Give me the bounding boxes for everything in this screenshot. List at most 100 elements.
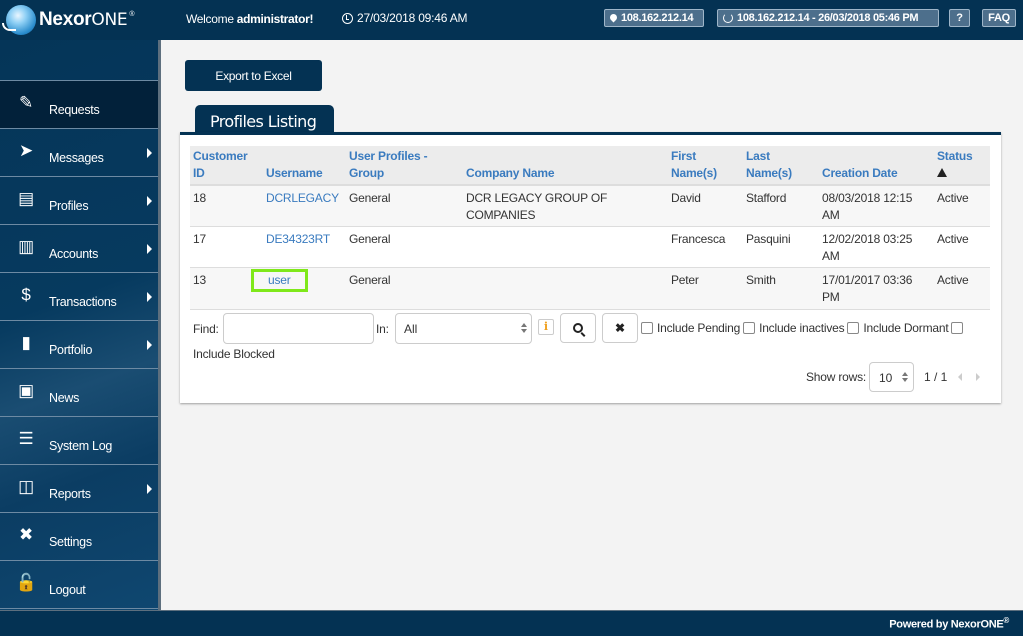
sidebar-nav: ✎ Requests ➤ Messages ▤ Profiles ▥ Accounts $ Tra…: [0, 40, 158, 610]
include-options: Include Pending Include inactives Includ…: [641, 321, 967, 335]
find-label: Find:: [193, 322, 219, 336]
binders-icon: ▥: [18, 237, 34, 256]
ip-address-badge: 108.162.212.14: [604, 9, 704, 27]
search-button[interactable]: [560, 313, 596, 343]
sidebar-item-label: Messages: [49, 151, 104, 165]
cell-status: Active: [934, 185, 990, 227]
column-header-user-profiles-group[interactable]: User Profiles - Group: [346, 146, 463, 186]
nexorone-logo[interactable]: NexorONE ®: [2, 4, 134, 36]
column-header-status[interactable]: Status: [934, 146, 990, 186]
table-row[interactable]: 17 DE34323RT General Francesca Pasquini …: [190, 226, 990, 268]
chevron-right-icon: [147, 340, 152, 350]
column-header-first-names[interactable]: First Name(s): [668, 146, 743, 186]
radio-icon: ▣: [18, 381, 34, 400]
sidebar-item-system-log[interactable]: ☰ System Log: [0, 417, 158, 465]
show-rows-label: Show rows:: [806, 370, 867, 384]
find-input[interactable]: [223, 313, 374, 344]
unlock-icon: 🔓: [15, 573, 37, 592]
username-link-highlighted[interactable]: user: [251, 269, 308, 292]
sidebar-item-news[interactable]: ▣ News: [0, 369, 158, 417]
cell-customer-id: 17: [190, 226, 263, 268]
table-row[interactable]: 13 user General Peter Smith 17/01/2017 0…: [190, 267, 990, 310]
close-icon: ✖: [614, 321, 626, 335]
map-marker-icon: [610, 14, 617, 23]
top-bar: NexorONE ® Welcome administrator! 27/03/2…: [0, 0, 1023, 40]
previous-page-icon[interactable]: [958, 373, 962, 381]
column-header-customer-id[interactable]: Customer ID: [190, 146, 263, 186]
sidebar-item-settings[interactable]: ✖ Settings: [0, 513, 158, 561]
column-header-last-names[interactable]: Last Name(s): [743, 146, 819, 186]
sidebar-item-label: Portfolio: [49, 343, 93, 357]
welcome-message: Welcome administrator!: [186, 12, 314, 26]
datetime-text: 27/03/2018 09:46 AM: [357, 11, 468, 25]
profiles-panel: Customer ID Username User Profiles - Gro…: [180, 132, 1001, 403]
faq-button[interactable]: FAQ: [982, 9, 1016, 27]
include-inactives-checkbox[interactable]: [743, 322, 756, 334]
include-blocked-label: Include Blocked: [193, 347, 275, 361]
info-icon[interactable]: i: [538, 319, 554, 335]
sidebar-item-label: System Log: [49, 439, 113, 453]
sidebar-item-messages[interactable]: ➤ Messages: [0, 129, 158, 177]
sidebar-item-logout[interactable]: 🔓 Logout: [0, 561, 158, 609]
username-link[interactable]: DCRLEGACY: [263, 185, 346, 227]
table-row[interactable]: 18 DCRLEGACY General DCR LEGACY GROUP OF…: [190, 185, 990, 227]
cell-first-name: David: [668, 185, 743, 227]
powered-by: Powered by NexorONE®: [889, 616, 1009, 631]
include-dormant-checkbox[interactable]: [847, 322, 860, 334]
sidebar-divider: [158, 40, 161, 610]
address-book-icon: ▤: [18, 189, 34, 208]
sidebar-item-profiles[interactable]: ▤ Profiles: [0, 177, 158, 225]
include-blocked-checkbox[interactable]: [951, 322, 964, 334]
column-header-username[interactable]: Username: [263, 146, 346, 186]
export-to-excel-button[interactable]: Export to Excel: [185, 60, 322, 91]
cell-last-name: Smith: [743, 267, 819, 310]
search-icon: [573, 323, 583, 333]
include-pending-label: Include Pending: [657, 321, 741, 335]
chevron-right-icon: [147, 484, 152, 494]
globe-logo-icon: [2, 5, 36, 35]
search-field-select[interactable]: All: [395, 313, 532, 344]
include-dormant-option[interactable]: Include Dormant: [847, 321, 949, 335]
lamp-icon: ✎: [19, 93, 33, 112]
sidebar-item-accounts[interactable]: ▥ Accounts: [0, 225, 158, 273]
cell-creation-date: 08/03/2018 12:15 AM: [819, 185, 934, 227]
column-header-company-name[interactable]: Company Name: [463, 146, 668, 186]
help-button[interactable]: ?: [949, 9, 970, 27]
pagination: Show rows: 10 1 / 1: [806, 362, 986, 392]
rows-per-page-select[interactable]: 10: [869, 362, 914, 392]
include-pending-option[interactable]: Include Pending: [641, 321, 740, 335]
sidebar-item-transactions[interactable]: $ Transactions: [0, 273, 158, 321]
chevron-right-icon: [147, 292, 152, 302]
include-pending-checkbox[interactable]: [641, 322, 653, 334]
sidebar-item-portfolio[interactable]: ▮ Portfolio: [0, 321, 158, 369]
chevron-right-icon: [147, 196, 152, 206]
search-field-selected: All: [404, 322, 418, 336]
sidebar-item-reports[interactable]: ◫ Reports: [0, 465, 158, 513]
clear-search-button[interactable]: ✖: [602, 313, 638, 343]
column-header-creation-date[interactable]: Creation Date: [819, 146, 934, 186]
username-cell: user: [251, 267, 346, 310]
welcome-prefix: Welcome: [186, 12, 237, 26]
select-updown-icon: [521, 323, 527, 335]
cell-group: General: [346, 185, 463, 227]
filter-bar: Find: In: All i ✖ Include Pending Includ…: [193, 313, 993, 361]
sidebar-item-label: Logout: [49, 583, 86, 597]
cell-group: General: [346, 226, 463, 268]
cell-creation-date: 12/02/2018 03:25 AM: [819, 226, 934, 268]
include-inactives-option[interactable]: Include inactives: [743, 321, 845, 335]
include-dormant-label: Include Dormant: [863, 321, 949, 335]
sidebar-item-label: Requests: [49, 103, 100, 117]
powered-by-text: Powered by NexorONE: [889, 618, 1004, 631]
chevron-right-icon: [147, 148, 152, 158]
profiles-table: Customer ID Username User Profiles - Gro…: [190, 146, 990, 310]
cell-status: Active: [934, 267, 990, 310]
include-inactives-label: Include inactives: [759, 321, 845, 335]
username-link[interactable]: DE34323RT: [263, 226, 346, 268]
sidebar-item-label: Settings: [49, 535, 92, 549]
cell-company-name: [463, 226, 668, 268]
tab-profiles-listing[interactable]: Profiles Listing: [195, 105, 334, 133]
ip-address-text: 108.162.212.14: [621, 12, 694, 24]
sidebar-item-requests[interactable]: ✎ Requests: [0, 81, 158, 129]
cell-first-name: Francesca: [668, 226, 743, 268]
next-page-icon[interactable]: [976, 373, 980, 381]
